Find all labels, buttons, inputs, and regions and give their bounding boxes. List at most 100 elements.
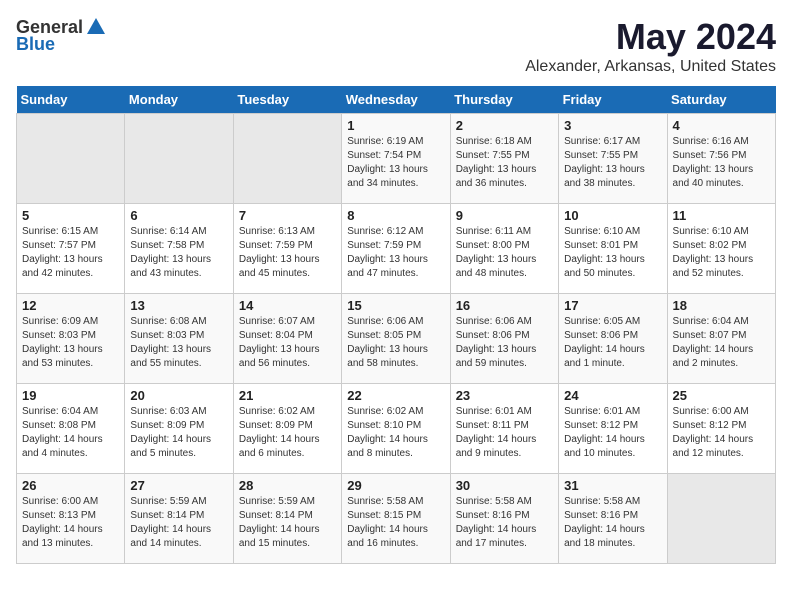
day-number: 26 [22, 478, 119, 493]
day-info: Sunrise: 6:02 AM Sunset: 8:10 PM Dayligh… [347, 405, 444, 461]
day-info: Sunrise: 6:19 AM Sunset: 7:54 PM Dayligh… [347, 135, 444, 191]
col-saturday: Saturday [667, 86, 775, 114]
day-number: 15 [347, 298, 444, 313]
day-info: Sunrise: 6:11 AM Sunset: 8:00 PM Dayligh… [456, 225, 553, 281]
day-number: 18 [673, 298, 770, 313]
table-row: 8Sunrise: 6:12 AM Sunset: 7:59 PM Daylig… [342, 204, 450, 294]
header: General Blue May 2024 Alexander, Arkansa… [16, 16, 776, 76]
logo-icon [85, 16, 107, 38]
day-info: Sunrise: 6:17 AM Sunset: 7:55 PM Dayligh… [564, 135, 661, 191]
day-number: 13 [130, 298, 227, 313]
day-number: 29 [347, 478, 444, 493]
col-monday: Monday [125, 86, 233, 114]
table-row: 13 Sunrise: 6:08 AM Sunset: 8:03 PM Dayli… [125, 294, 233, 384]
day-number: 27 [130, 478, 227, 493]
day-number: 16 [456, 298, 553, 313]
day-info: Sunrise: 6:01 AM Sunset: 8:11 PM Dayligh… [456, 405, 553, 461]
day-info: Sunrise: 6:18 AM Sunset: 7:55 PM Dayligh… [456, 135, 553, 191]
table-row: 28 Sunrise: 5:59 AM Sunset: 8:14 PM Dayli… [233, 474, 341, 564]
table-row: 10Sunrise: 6:10 AM Sunset: 8:01 PM Dayli… [559, 204, 667, 294]
day-info: Sunrise: 6:05 AM Sunset: 8:06 PM Dayligh… [564, 315, 661, 371]
day-number: 3 [564, 118, 661, 133]
table-row: 29Sunrise: 5:58 AM Sunset: 8:15 PM Dayli… [342, 474, 450, 564]
table-row [233, 114, 341, 204]
day-number: 9 [456, 208, 553, 223]
table-row: 14 Sunrise: 6:07 AM Sunset: 8:04 PM Dayli… [233, 294, 341, 384]
table-row: 6 Sunrise: 6:14 AM Sunset: 7:58 PM Daylig… [125, 204, 233, 294]
day-info: Sunrise: 6:13 AM Sunset: 7:59 PM Dayligh… [239, 225, 336, 281]
day-number: 4 [673, 118, 770, 133]
day-info: Sunrise: 6:00 AM Sunset: 8:12 PM Dayligh… [673, 405, 770, 461]
day-info: Sunrise: 6:01 AM Sunset: 8:12 PM Dayligh… [564, 405, 661, 461]
day-info: Sunrise: 5:58 AM Sunset: 8:16 PM Dayligh… [564, 495, 661, 551]
day-number: 7 [239, 208, 336, 223]
table-row: 30 Sunrise: 5:58 AM Sunset: 8:16 PM Dayli… [450, 474, 558, 564]
day-number: 25 [673, 388, 770, 403]
day-info: Sunrise: 6:03 AM Sunset: 8:09 PM Dayligh… [130, 405, 227, 461]
day-info: Sunrise: 6:15 AM Sunset: 7:57 PM Dayligh… [22, 225, 119, 281]
table-row [17, 114, 125, 204]
day-number: 8 [347, 208, 444, 223]
table-row: 27Sunrise: 5:59 AM Sunset: 8:14 PM Dayli… [125, 474, 233, 564]
day-info: Sunrise: 6:06 AM Sunset: 8:06 PM Dayligh… [456, 315, 553, 371]
col-thursday: Thursday [450, 86, 558, 114]
day-info: Sunrise: 6:16 AM Sunset: 7:56 PM Dayligh… [673, 135, 770, 191]
day-info: Sunrise: 5:58 AM Sunset: 8:16 PM Dayligh… [456, 495, 553, 551]
calendar-body: 1 Sunrise: 6:19 AM Sunset: 7:54 PM Daylig… [17, 114, 776, 564]
table-row: 17Sunrise: 6:05 AM Sunset: 8:06 PM Dayli… [559, 294, 667, 384]
title-area: May 2024 Alexander, Arkansas, United Sta… [525, 16, 776, 76]
day-info: Sunrise: 6:07 AM Sunset: 8:04 PM Dayligh… [239, 315, 336, 371]
table-row: 5 Sunrise: 6:15 AM Sunset: 7:57 PM Daylig… [17, 204, 125, 294]
day-info: Sunrise: 6:08 AM Sunset: 8:03 PM Dayligh… [130, 315, 227, 371]
day-info: Sunrise: 6:09 AM Sunset: 8:03 PM Dayligh… [22, 315, 119, 371]
table-row: 9 Sunrise: 6:11 AM Sunset: 8:00 PM Daylig… [450, 204, 558, 294]
day-info: Sunrise: 6:04 AM Sunset: 8:08 PM Dayligh… [22, 405, 119, 461]
table-row: 1 Sunrise: 6:19 AM Sunset: 7:54 PM Daylig… [342, 114, 450, 204]
day-info: Sunrise: 5:59 AM Sunset: 8:14 PM Dayligh… [239, 495, 336, 551]
table-row [125, 114, 233, 204]
table-row: 31 Sunrise: 5:58 AM Sunset: 8:16 PM Dayli… [559, 474, 667, 564]
day-number: 12 [22, 298, 119, 313]
table-row: 18 Sunrise: 6:04 AM Sunset: 8:07 PM Dayli… [667, 294, 775, 384]
subtitle: Alexander, Arkansas, United States [525, 58, 776, 76]
day-number: 11 [673, 208, 770, 223]
day-info: Sunrise: 6:00 AM Sunset: 8:13 PM Dayligh… [22, 495, 119, 551]
calendar-table: Sunday Monday Tuesday Wednesday Thursday… [16, 86, 776, 564]
col-wednesday: Wednesday [342, 86, 450, 114]
day-info: Sunrise: 6:14 AM Sunset: 7:58 PM Dayligh… [130, 225, 227, 281]
table-row [667, 474, 775, 564]
day-number: 31 [564, 478, 661, 493]
table-row: 11 Sunrise: 6:10 AM Sunset: 8:02 PM Dayli… [667, 204, 775, 294]
table-row: 15Sunrise: 6:06 AM Sunset: 8:05 PM Dayli… [342, 294, 450, 384]
day-info: Sunrise: 6:04 AM Sunset: 8:07 PM Dayligh… [673, 315, 770, 371]
day-number: 6 [130, 208, 227, 223]
table-row: 24Sunrise: 6:01 AM Sunset: 8:12 PM Dayli… [559, 384, 667, 474]
table-row: 4 Sunrise: 6:16 AM Sunset: 7:56 PM Daylig… [667, 114, 775, 204]
day-info: Sunrise: 6:02 AM Sunset: 8:09 PM Dayligh… [239, 405, 336, 461]
col-friday: Friday [559, 86, 667, 114]
day-number: 10 [564, 208, 661, 223]
table-row: 25 Sunrise: 6:00 AM Sunset: 8:12 PM Dayli… [667, 384, 775, 474]
col-sunday: Sunday [17, 86, 125, 114]
day-number: 5 [22, 208, 119, 223]
day-number: 20 [130, 388, 227, 403]
table-row: 2 Sunrise: 6:18 AM Sunset: 7:55 PM Daylig… [450, 114, 558, 204]
day-number: 14 [239, 298, 336, 313]
day-number: 22 [347, 388, 444, 403]
day-number: 23 [456, 388, 553, 403]
table-row: 20 Sunrise: 6:03 AM Sunset: 8:09 PM Dayli… [125, 384, 233, 474]
day-info: Sunrise: 6:10 AM Sunset: 8:02 PM Dayligh… [673, 225, 770, 281]
table-row: 21 Sunrise: 6:02 AM Sunset: 8:09 PM Dayli… [233, 384, 341, 474]
col-tuesday: Tuesday [233, 86, 341, 114]
day-number: 2 [456, 118, 553, 133]
table-row: 7 Sunrise: 6:13 AM Sunset: 7:59 PM Daylig… [233, 204, 341, 294]
table-row: 26 Sunrise: 6:00 AM Sunset: 8:13 PM Dayli… [17, 474, 125, 564]
day-number: 1 [347, 118, 444, 133]
main-title: May 2024 [525, 16, 776, 58]
table-row: 19Sunrise: 6:04 AM Sunset: 8:08 PM Dayli… [17, 384, 125, 474]
day-number: 28 [239, 478, 336, 493]
day-number: 30 [456, 478, 553, 493]
logo: General Blue [16, 16, 109, 55]
table-row: 23 Sunrise: 6:01 AM Sunset: 8:11 PM Dayli… [450, 384, 558, 474]
day-number: 21 [239, 388, 336, 403]
